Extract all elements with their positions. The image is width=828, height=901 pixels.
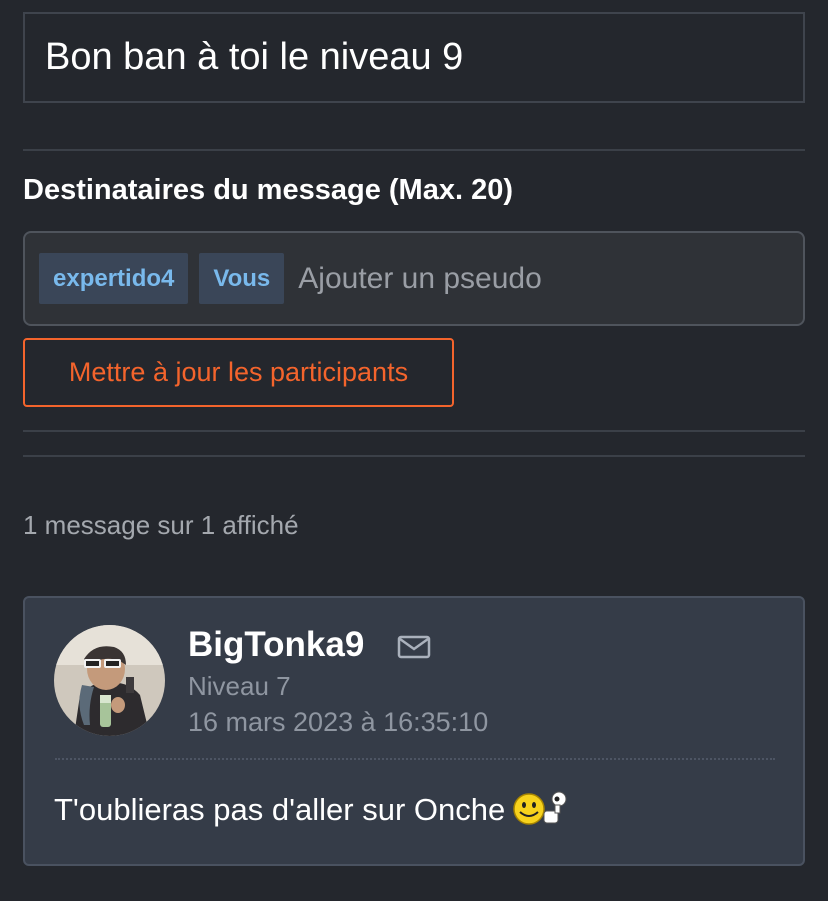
message-separator (55, 758, 775, 760)
divider (23, 149, 805, 151)
author-username[interactable]: BigTonka9 (188, 625, 364, 665)
mail-icon[interactable] (397, 634, 431, 660)
message-timestamp: 16 mars 2023 à 16:35:10 (188, 707, 489, 737)
recipient-chip-expertido4[interactable]: expertido4 (39, 253, 189, 304)
message-body: T'oublieras pas d'aller sur Onche (54, 791, 569, 828)
update-participants-button[interactable]: Mettre à jour les participants (23, 338, 454, 407)
message-count: 1 message sur 1 affiché (23, 510, 299, 540)
avatar[interactable] (54, 625, 165, 736)
conversation-title-box: Bon ban à toi le niveau 9 (23, 12, 805, 103)
add-pseudo-input[interactable] (295, 253, 803, 304)
message-card: BigTonka9 Niveau 7 16 mars 2023 à 16:35:… (23, 596, 805, 866)
divider (23, 430, 805, 432)
recipient-chip-vous[interactable]: Vous (199, 253, 285, 304)
conversation-title: Bon ban à toi le niveau 9 (45, 36, 464, 78)
author-level: Niveau 7 (188, 671, 291, 701)
smiley-emoji-icon (513, 791, 567, 825)
divider (23, 455, 805, 457)
message-text: T'oublieras pas d'aller sur Onche (54, 792, 506, 827)
private-message-page: Bon ban à toi le niveau 9 Destinataires … (0, 0, 828, 901)
recipients-field[interactable]: expertido4 Vous (23, 231, 805, 326)
recipients-heading: Destinataires du message (Max. 20) (23, 174, 513, 206)
